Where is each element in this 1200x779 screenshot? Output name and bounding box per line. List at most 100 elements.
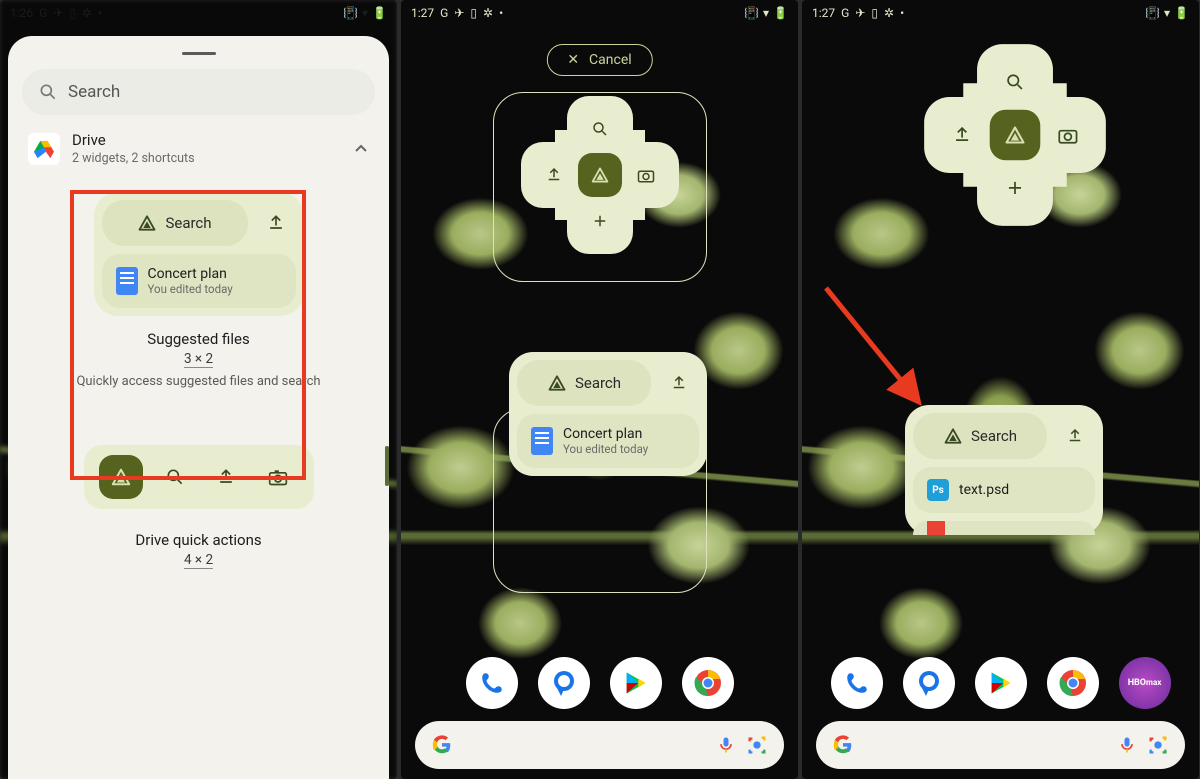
status-bar: 1:26 G ✈ ▯ ✲ • 📳 ▾ 🔋 xyxy=(0,0,397,26)
telegram-icon: ✈ xyxy=(53,6,63,20)
phone-app-icon[interactable] xyxy=(466,657,518,709)
upload-icon[interactable] xyxy=(659,360,699,406)
widget-name: Suggested files xyxy=(42,330,355,348)
widget-search-label: Search xyxy=(971,427,1017,445)
file-title: text.psd xyxy=(959,482,1009,498)
lens-icon[interactable] xyxy=(1147,734,1169,756)
battery-icon: 🔋 xyxy=(773,6,788,20)
vibrate-icon: 📳 xyxy=(1145,6,1160,20)
chevron-up-icon[interactable] xyxy=(353,141,369,157)
drive-title: Drive xyxy=(72,131,195,149)
search-placeholder: Search xyxy=(68,82,120,102)
wifi-icon: ▾ xyxy=(763,6,769,20)
file-subtitle: You edited today xyxy=(148,282,233,296)
status-time: 1:27 xyxy=(812,6,835,20)
status-bar: 1:27 G ✈ ▯ ✲ • 📳 ▾ 🔋 xyxy=(401,0,798,26)
widget-picker-sheet[interactable]: Search Drive 2 widgets, 2 shortcuts Sear… xyxy=(8,36,389,779)
play-store-app-icon[interactable] xyxy=(610,657,662,709)
file-subtitle: You edited today xyxy=(563,442,648,456)
widget-search-field[interactable]: Search xyxy=(22,69,375,115)
search-icon xyxy=(155,457,195,497)
upload-icon[interactable] xyxy=(1055,413,1095,459)
docs-icon xyxy=(116,267,138,295)
widget-search-chip[interactable]: Search xyxy=(517,360,651,406)
suggested-files-widget-dragging[interactable]: Search Concert plan You edited today xyxy=(509,352,707,476)
upload-icon xyxy=(206,457,246,497)
suggested-files-widget-preview[interactable]: Search Concert plan You edited today xyxy=(94,192,304,316)
vibrate-icon: 📳 xyxy=(343,6,358,20)
google-icon: G xyxy=(440,6,448,20)
drive-triangle-icon xyxy=(547,373,567,393)
screenshot-placing-widget: 1:27 G ✈ ▯ ✲ • 📳 ▾ 🔋 ✕ Cancel Search xyxy=(401,0,798,779)
messages-app-icon[interactable] xyxy=(903,657,955,709)
file-row-1[interactable]: Ps text.psd xyxy=(913,467,1095,513)
google-search-bar[interactable] xyxy=(816,721,1185,769)
dock: HBOmax xyxy=(802,657,1199,709)
drive-triangle-icon xyxy=(943,426,963,446)
arrow-annotation xyxy=(818,280,928,410)
google-icon: G xyxy=(39,6,47,20)
pinwheel-icon: ✲ xyxy=(483,6,493,20)
dot-icon: • xyxy=(900,6,904,20)
phone-app-icon[interactable] xyxy=(831,657,883,709)
device-icon: ▯ xyxy=(470,6,477,20)
google-g-icon xyxy=(832,734,854,756)
wifi-icon: ▾ xyxy=(1164,6,1170,20)
dock xyxy=(401,657,798,709)
suggested-files-widget[interactable]: Search Ps text.psd xyxy=(905,405,1103,535)
battery-icon: 🔋 xyxy=(1174,6,1189,20)
play-store-app-icon[interactable] xyxy=(975,657,1027,709)
file-row[interactable]: Concert plan You edited today xyxy=(517,414,699,468)
grab-handle[interactable] xyxy=(182,52,216,55)
widget-desc: Quickly access suggested files and searc… xyxy=(42,374,355,389)
chrome-app-icon[interactable] xyxy=(682,657,734,709)
close-icon: ✕ xyxy=(567,52,579,68)
screenshot-widget-picker: 1:26 G ✈ ▯ ✲ • 📳 ▾ 🔋 Search Drive 2 widg… xyxy=(0,0,397,779)
lens-icon[interactable] xyxy=(746,734,768,756)
drive-subtitle: 2 widgets, 2 shortcuts xyxy=(72,151,195,166)
cancel-button[interactable]: ✕ Cancel xyxy=(546,44,652,76)
camera-icon xyxy=(258,457,298,497)
quick-actions-widget[interactable] xyxy=(525,100,675,250)
vibrate-icon: 📳 xyxy=(744,6,759,20)
wifi-icon: ▾ xyxy=(362,6,368,20)
file-row: Concert plan You edited today xyxy=(102,254,296,308)
file-icon xyxy=(927,521,945,535)
photoshop-icon: Ps xyxy=(927,479,949,501)
widget-search-chip: Search xyxy=(102,200,248,246)
file-row-2[interactable] xyxy=(913,521,1095,535)
quick-actions-widget[interactable] xyxy=(929,49,1102,222)
file-title: Concert plan xyxy=(148,266,233,282)
google-icon: G xyxy=(841,6,849,20)
upload-icon xyxy=(256,200,296,246)
status-time: 1:27 xyxy=(411,6,434,20)
hbo-max-app-icon[interactable]: HBOmax xyxy=(1119,657,1171,709)
messages-app-icon[interactable] xyxy=(538,657,590,709)
telegram-icon: ✈ xyxy=(454,6,464,20)
chrome-app-icon[interactable] xyxy=(1047,657,1099,709)
device-icon: ▯ xyxy=(871,6,878,20)
widget-dim: 3 × 2 xyxy=(184,351,213,368)
widget-search-chip[interactable]: Search xyxy=(913,413,1047,459)
telegram-icon: ✈ xyxy=(855,6,865,20)
widget2-name: Drive quick actions xyxy=(42,531,355,549)
scroll-indicator[interactable] xyxy=(385,446,389,486)
search-icon xyxy=(38,82,58,102)
drive-app-header[interactable]: Drive 2 widgets, 2 shortcuts xyxy=(22,115,375,180)
mic-icon[interactable] xyxy=(1117,735,1137,755)
widget-search-label: Search xyxy=(575,374,621,392)
battery-icon: 🔋 xyxy=(372,6,387,20)
drive-logo-icon xyxy=(28,133,60,165)
dot-icon: • xyxy=(499,6,503,20)
mic-icon[interactable] xyxy=(716,735,736,755)
pinwheel-icon: ✲ xyxy=(884,6,894,20)
upload-icon[interactable] xyxy=(924,97,1000,173)
cancel-label: Cancel xyxy=(589,52,632,68)
google-search-bar[interactable] xyxy=(415,721,784,769)
quick-actions-widget-preview[interactable] xyxy=(84,445,314,509)
drive-tile-icon[interactable] xyxy=(990,110,1041,161)
drive-triangle-icon xyxy=(137,213,157,233)
docs-icon xyxy=(531,427,553,455)
drive-tile-icon[interactable] xyxy=(578,153,622,197)
screenshot-widget-placed: 1:27 G ✈ ▯ ✲ • 📳 ▾ 🔋 Search xyxy=(802,0,1199,779)
